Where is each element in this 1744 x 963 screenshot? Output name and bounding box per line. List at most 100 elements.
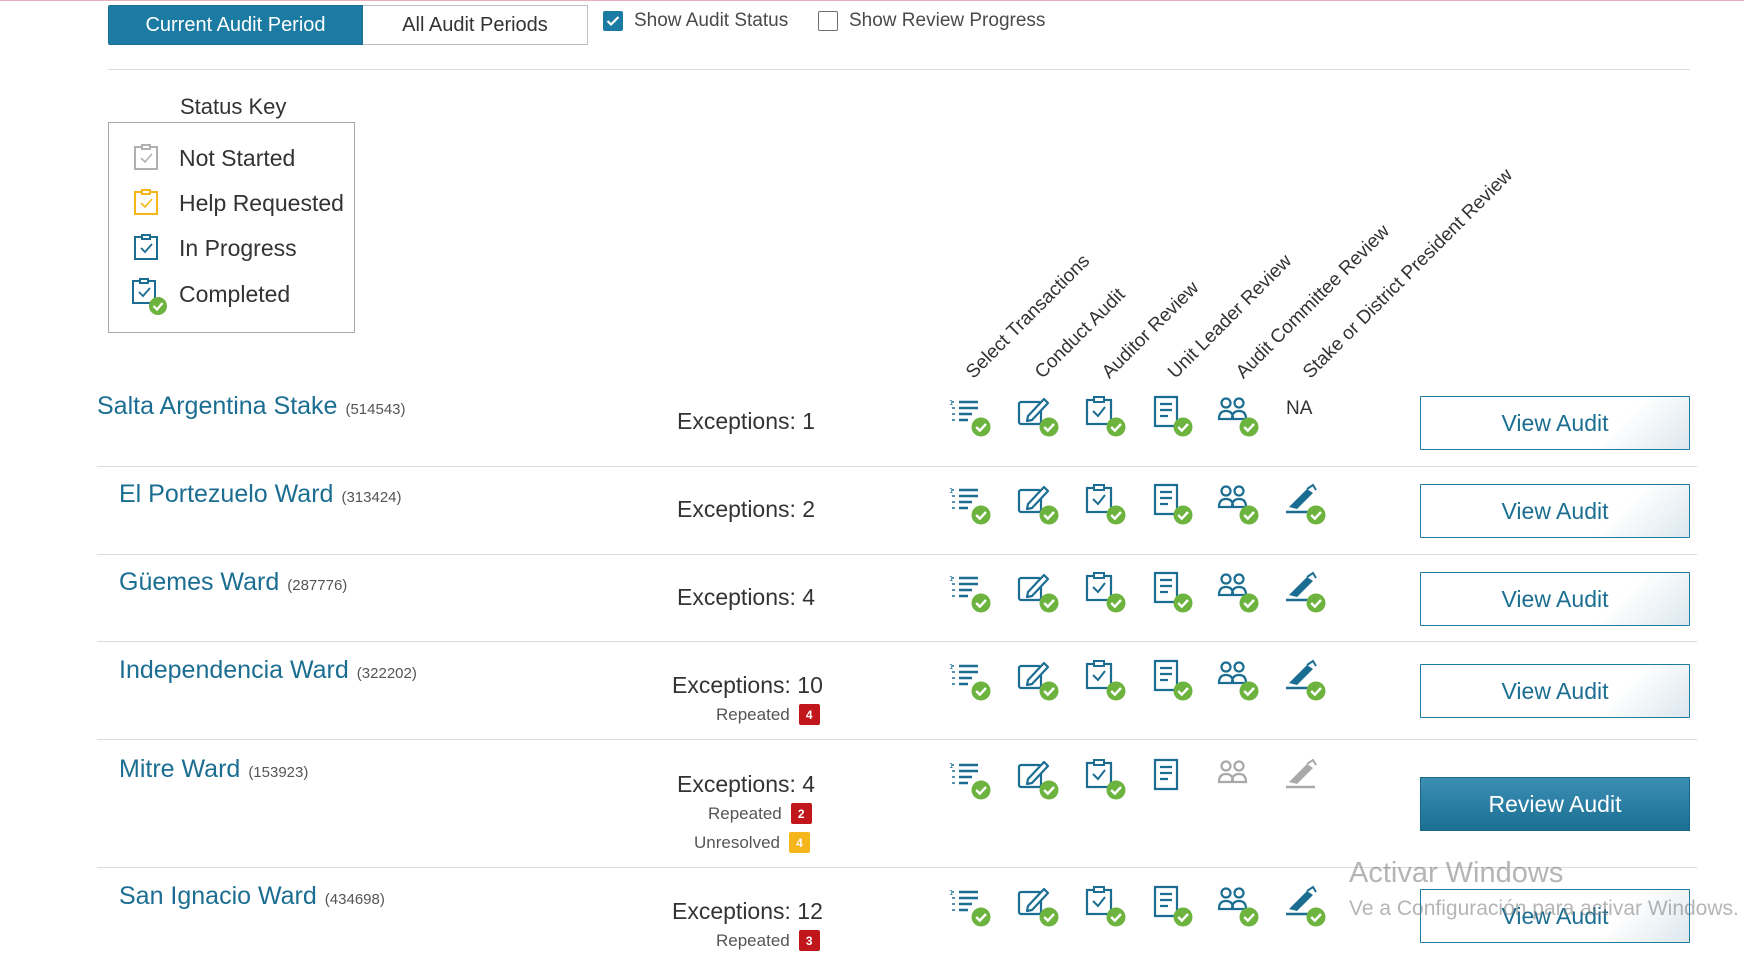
numbered-list-icon[interactable]: 1 [948, 482, 992, 526]
view-audit-button[interactable]: View Audit [1420, 572, 1690, 626]
checklist-icon [131, 142, 163, 174]
unit-number: (287776) [287, 577, 348, 594]
checkbox-unchecked-icon[interactable] [818, 11, 838, 31]
checklist-icon[interactable] [1083, 394, 1127, 438]
svg-text:1: 1 [949, 487, 953, 495]
status-key-completed: Completed [131, 278, 291, 315]
document-icon[interactable] [1150, 394, 1194, 438]
unit-name-link[interactable]: Mitre Ward (153923) [119, 755, 308, 784]
document-icon[interactable] [1150, 757, 1194, 801]
people-icon[interactable] [1216, 658, 1260, 702]
numbered-list-icon[interactable]: 1 [948, 570, 992, 614]
exceptions-count: Exceptions: 12 [672, 898, 823, 924]
svg-text:1: 1 [949, 889, 953, 897]
exceptions-count: Exceptions: 4 [677, 771, 816, 797]
edit-icon[interactable] [1016, 658, 1060, 702]
unit-name[interactable]: Güemes Ward [119, 568, 279, 596]
checklist-icon[interactable] [1083, 884, 1127, 928]
status-na-label: NA [1286, 398, 1313, 419]
people-icon[interactable] [1216, 482, 1260, 526]
checklist-icon [131, 232, 163, 264]
repeated-badge: 3 [798, 930, 820, 951]
unit-number: (322202) [356, 665, 417, 682]
view-audit-button[interactable]: View Audit [1420, 664, 1690, 718]
repeated-label: Repeated [716, 704, 790, 724]
sign-icon[interactable] [1283, 570, 1327, 614]
show-audit-status-checkbox[interactable]: Show Audit Status [603, 10, 788, 32]
document-icon[interactable] [1150, 884, 1194, 928]
numbered-list-icon[interactable]: 1 [948, 658, 992, 702]
all-audit-periods-tab[interactable]: All Audit Periods [363, 5, 588, 45]
status-key-label: Completed [179, 280, 291, 307]
top-border [0, 0, 1744, 1]
unit-number: (434698) [324, 891, 385, 908]
checklist-icon[interactable] [1083, 658, 1127, 702]
repeated-badge: 2 [790, 803, 812, 824]
exceptions-count: Exceptions: 10 [672, 672, 823, 698]
unit-name-link[interactable]: Independencia Ward (322202) [119, 656, 417, 685]
unit-name-link[interactable]: Salta Argentina Stake (514543) [97, 392, 406, 421]
checklist-icon[interactable] [1083, 482, 1127, 526]
edit-icon[interactable] [1016, 570, 1060, 614]
review-audit-button[interactable]: Review Audit [1420, 777, 1690, 831]
sign-icon[interactable] [1283, 658, 1327, 702]
unit-name[interactable]: Mitre Ward [119, 755, 240, 783]
document-icon[interactable] [1150, 482, 1194, 526]
audit-period-toggle: Current Audit Period All Audit Periods [108, 5, 588, 45]
show-review-progress-label: Show Review Progress [849, 10, 1046, 31]
checkbox-checked-icon[interactable] [603, 11, 623, 31]
sign-icon[interactable] [1283, 482, 1327, 526]
people-icon[interactable] [1216, 570, 1260, 614]
header-divider [108, 69, 1690, 70]
edit-icon[interactable] [1016, 482, 1060, 526]
view-audit-button[interactable]: View Audit [1420, 484, 1690, 538]
repeated-exceptions: Repeated 3 [716, 930, 820, 951]
checklist-icon[interactable] [1083, 570, 1127, 614]
sign-icon[interactable] [1283, 757, 1327, 801]
unit-name[interactable]: Independencia Ward [119, 656, 349, 684]
status-key-in-progress: In Progress [131, 232, 297, 264]
sign-icon[interactable] [1283, 884, 1327, 928]
people-icon[interactable] [1216, 394, 1260, 438]
repeated-badge: 4 [798, 704, 820, 725]
show-review-progress-checkbox[interactable]: Show Review Progress [818, 10, 1045, 32]
column-header-unit-leader-review: Unit Leader Review [1164, 250, 1297, 383]
people-icon[interactable] [1216, 884, 1260, 928]
repeated-exceptions: Repeated 4 [716, 704, 820, 725]
svg-text:1: 1 [949, 663, 953, 671]
document-icon[interactable] [1150, 570, 1194, 614]
view-audit-button[interactable]: View Audit [1420, 396, 1690, 450]
exceptions-count: Exceptions: 2 [677, 496, 816, 522]
unit-name-link[interactable]: Güemes Ward (287776) [119, 568, 347, 597]
svg-text:1: 1 [949, 762, 953, 770]
exceptions-count: Exceptions: 4 [677, 584, 816, 610]
status-key-label: Not Started [179, 144, 296, 171]
repeated-exceptions: Repeated 2 [708, 803, 812, 824]
row-divider [97, 554, 1697, 555]
edit-icon[interactable] [1016, 757, 1060, 801]
people-icon[interactable] [1216, 757, 1260, 801]
row-divider [97, 466, 1697, 467]
checklist-icon[interactable] [1083, 757, 1127, 801]
row-divider [97, 739, 1697, 740]
document-icon[interactable] [1150, 658, 1194, 702]
windows-activation-watermark: Activar Windows [1349, 857, 1564, 889]
numbered-list-icon[interactable]: 1 [948, 394, 992, 438]
windows-activation-watermark-sub: Ve a Configuración para activar Windows. [1349, 897, 1739, 920]
numbered-list-icon[interactable]: 1 [948, 757, 992, 801]
repeated-label: Repeated [708, 803, 782, 823]
unit-name-link[interactable]: El Portezuelo Ward (313424) [119, 480, 402, 509]
unit-number: (153923) [248, 764, 309, 781]
unresolved-badge: 4 [789, 832, 810, 853]
column-header-select-transactions: Select Transactions [962, 250, 1095, 383]
unit-name[interactable]: Salta Argentina Stake [97, 392, 337, 420]
numbered-list-icon[interactable]: 1 [948, 884, 992, 928]
unit-name-link[interactable]: San Ignacio Ward (434698) [119, 882, 385, 911]
edit-icon[interactable] [1016, 884, 1060, 928]
checklist-completed-icon [131, 278, 167, 315]
edit-icon[interactable] [1016, 394, 1060, 438]
status-key-not-started: Not Started [131, 142, 295, 174]
current-audit-period-tab[interactable]: Current Audit Period [108, 5, 363, 45]
unit-name[interactable]: San Ignacio Ward [119, 882, 317, 910]
unit-name[interactable]: El Portezuelo Ward [119, 480, 333, 508]
